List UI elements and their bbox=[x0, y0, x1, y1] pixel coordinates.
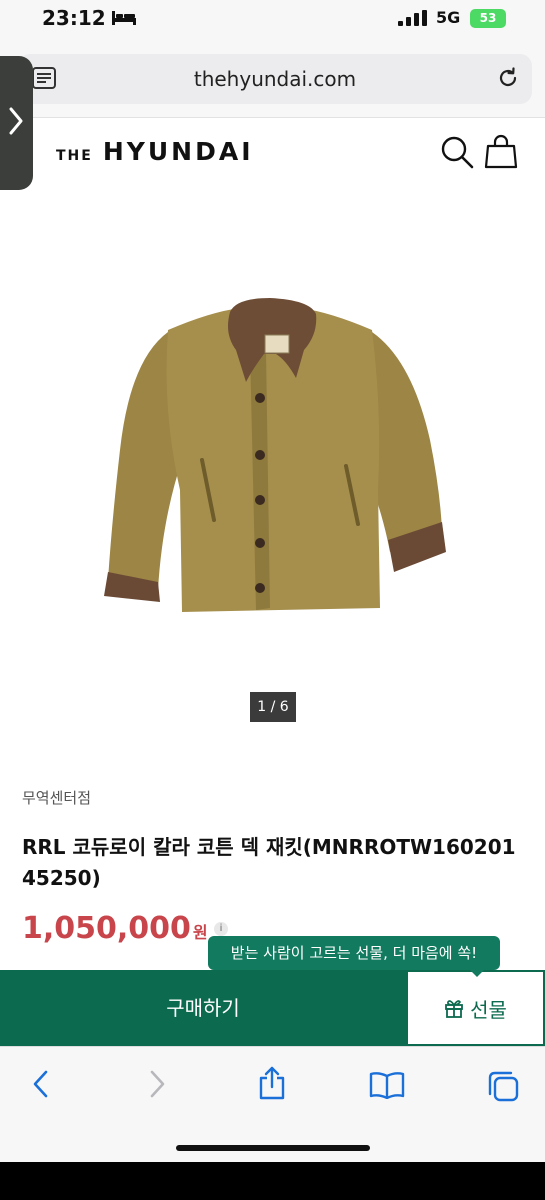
screen-bottom-edge bbox=[0, 1162, 545, 1200]
browser-address-area: thehyundai.com bbox=[0, 40, 545, 118]
site-header: THE HYUNDAI bbox=[0, 119, 545, 187]
tabs-icon[interactable] bbox=[486, 1069, 520, 1103]
forward-icon[interactable] bbox=[146, 1069, 168, 1099]
gift-button[interactable]: 선물 bbox=[406, 970, 545, 1046]
address-bar[interactable]: thehyundai.com bbox=[18, 54, 532, 104]
logo-main-text: HYUNDAI bbox=[102, 137, 254, 166]
image-counter: 1 / 6 bbox=[250, 692, 296, 722]
gift-button-label: 선물 bbox=[470, 997, 507, 1022]
battery-indicator: 53 bbox=[470, 9, 506, 28]
bookmarks-icon[interactable] bbox=[369, 1071, 405, 1099]
back-icon[interactable] bbox=[30, 1069, 52, 1099]
product-price: 1,050,000 원 bbox=[22, 911, 208, 946]
status-bar: 23:12 5G 53 bbox=[0, 0, 545, 40]
price-info-icon[interactable]: i bbox=[214, 922, 228, 936]
browser-toolbar bbox=[0, 1046, 545, 1162]
reload-icon[interactable] bbox=[496, 66, 520, 90]
price-value: 1,050,000 bbox=[22, 911, 191, 946]
product-image[interactable] bbox=[90, 290, 450, 620]
signal-strength-icon bbox=[398, 10, 427, 26]
shopping-bag-icon[interactable] bbox=[484, 133, 518, 169]
chevron-right-icon bbox=[9, 107, 23, 135]
search-icon[interactable] bbox=[440, 135, 474, 169]
share-icon[interactable] bbox=[257, 1065, 287, 1101]
sleep-bed-icon bbox=[112, 11, 136, 25]
home-indicator bbox=[176, 1145, 370, 1151]
product-title: RRL 코듀로이 칼라 코튼 덱 재킷(MNRROTW16020145250) bbox=[22, 835, 516, 890]
network-type: 5G bbox=[436, 8, 461, 27]
status-time: 23:12 bbox=[42, 6, 106, 30]
price-unit: 원 bbox=[192, 923, 208, 942]
side-panel-tab[interactable] bbox=[0, 56, 33, 190]
buy-button[interactable]: 구매하기 bbox=[0, 970, 406, 1046]
logo-small-text: THE bbox=[56, 148, 93, 164]
gift-icon bbox=[445, 1000, 463, 1018]
purchase-action-bar: 구매하기 선물 bbox=[0, 970, 545, 1046]
gift-promo-tooltip: 받는 사람이 고르는 선물, 더 마음에 쏙! bbox=[208, 936, 500, 977]
store-name[interactable]: 무역센터점 bbox=[22, 787, 91, 808]
url-text: thehyundai.com bbox=[193, 67, 357, 91]
site-logo[interactable]: THE HYUNDAI bbox=[56, 137, 254, 166]
